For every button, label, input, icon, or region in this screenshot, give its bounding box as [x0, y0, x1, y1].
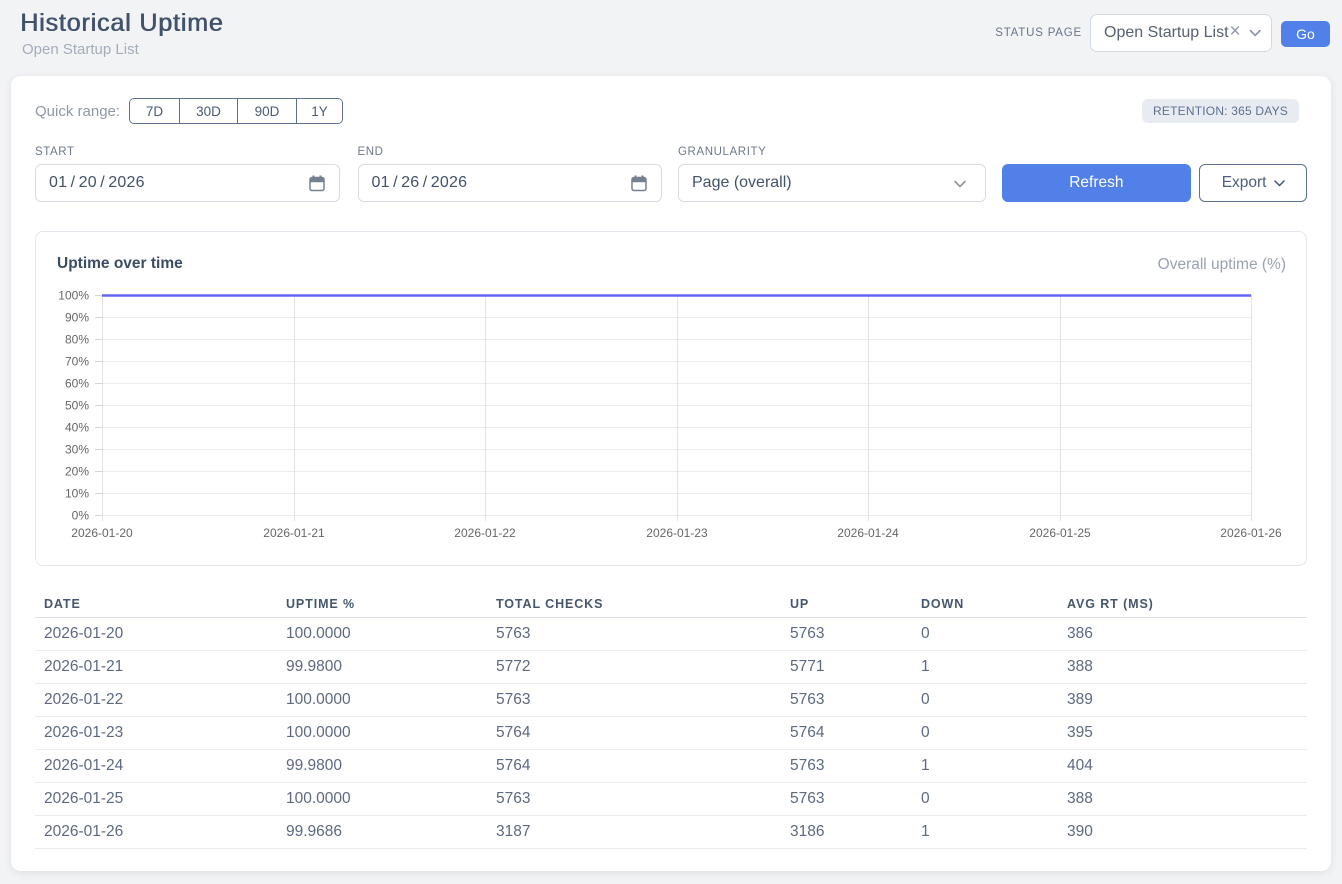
svg-text:10%: 10% [65, 487, 89, 501]
svg-text:70%: 70% [65, 355, 89, 369]
svg-text:20%: 20% [65, 465, 89, 479]
svg-text:2026-01-23: 2026-01-23 [646, 526, 708, 540]
svg-text:40%: 40% [65, 421, 89, 435]
svg-text:2026-01-22: 2026-01-22 [454, 526, 516, 540]
svg-text:80%: 80% [65, 333, 89, 347]
svg-text:30%: 30% [65, 443, 89, 457]
svg-text:2026-01-24: 2026-01-24 [837, 526, 899, 540]
svg-text:50%: 50% [65, 399, 89, 413]
svg-text:2026-01-26: 2026-01-26 [1220, 526, 1282, 540]
svg-text:100%: 100% [58, 289, 89, 303]
svg-text:2026-01-25: 2026-01-25 [1029, 526, 1091, 540]
svg-text:2026-01-21: 2026-01-21 [263, 526, 325, 540]
svg-text:0%: 0% [72, 509, 90, 523]
svg-text:2026-01-20: 2026-01-20 [71, 526, 133, 540]
svg-text:90%: 90% [65, 311, 89, 325]
svg-text:60%: 60% [65, 377, 89, 391]
